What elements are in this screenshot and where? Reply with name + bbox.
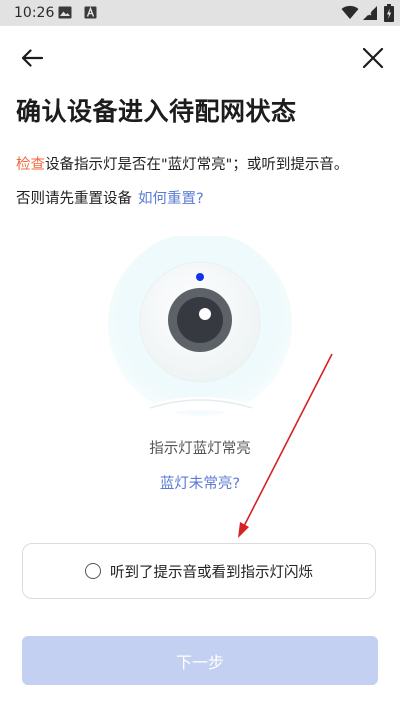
signal-icon [363,6,377,20]
battery-charging-icon [384,4,394,22]
instruction-body: 设备指示灯是否在"蓝灯常亮"；或听到提示音。 [45,157,349,173]
light-not-on-link[interactable]: 蓝灯未常亮? [0,472,400,493]
status-time: 10:26 [14,5,55,21]
page-title: 确认设备进入待配网状态 [16,97,297,126]
arrow-left-icon [21,49,43,67]
confirm-checkbox-card[interactable]: 听到了提示音或看到指示灯闪烁 [22,543,376,599]
how-to-reset-link[interactable]: 如何重置? [138,191,204,207]
status-bar: 10:26 [0,0,400,26]
device-setup-screen: 10:26 确认设备进入待配网状态 检查设备指示灯是否在"蓝灯常亮"；或听到提示… [0,0,400,711]
next-button[interactable]: 下一步 [22,636,378,685]
confirm-label: 听到了提示音或看到指示灯闪烁 [110,564,313,581]
reset-hint: 否则请先重置设备 如何重置? [16,187,204,208]
text-a-icon [84,6,97,19]
gallery-icon [58,6,72,19]
camera-illustration [108,236,292,420]
close-icon [362,47,384,69]
back-button[interactable] [16,44,48,72]
wifi-icon [341,5,359,19]
reset-hint-text: 否则请先重置设备 [16,191,132,207]
confirm-radio[interactable] [85,563,101,579]
close-button[interactable] [358,43,388,73]
indicator-light [196,273,204,281]
instruction-text: 检查设备指示灯是否在"蓝灯常亮"；或听到提示音。 [16,153,348,174]
illustration-caption: 指示灯蓝灯常亮 [149,441,251,457]
instruction-highlight[interactable]: 检查 [16,157,45,173]
